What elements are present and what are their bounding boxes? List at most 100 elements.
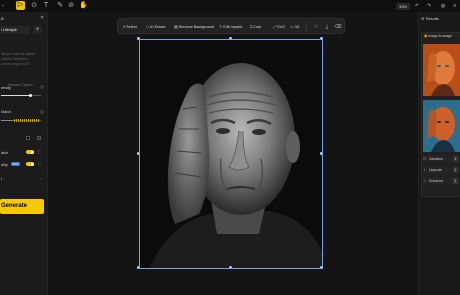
resize-handle[interactable] [229, 37, 232, 40]
new-badge: NEW [11, 162, 20, 166]
star-icon[interactable]: ☆ [312, 23, 320, 31]
variation-label: Variation [429, 157, 443, 161]
resize-handle[interactable] [320, 37, 323, 40]
zoom-level[interactable]: 33% [396, 3, 411, 10]
svg-button[interactable]: ⤢SVG [273, 23, 285, 31]
variation-icon: ☷ [423, 157, 427, 161]
match-slider-ticks [14, 119, 40, 122]
color-swatch[interactable] [26, 136, 30, 140]
menu-icon[interactable]: ≡ [452, 3, 458, 9]
hand-tool-button[interactable]: ✋ [79, 2, 88, 10]
info-icon: ⓘ [37, 149, 41, 154]
close-icon[interactable]: ✕ [40, 15, 44, 21]
svg-label: SVG [277, 25, 286, 29]
quality-label: ality [1, 163, 8, 167]
edit-inpaint-button[interactable]: ✎Edit Inpaint [219, 23, 242, 31]
advanced-label: t [1, 177, 3, 181]
delete-icon[interactable]: ⌫ [334, 23, 342, 31]
back-icon[interactable]: ‹ [0, 3, 6, 9]
redo-icon[interactable]: ↷ [426, 3, 432, 9]
canvas-image[interactable] [139, 39, 323, 269]
results-panel: ⊞ Results ▣ Image-to-image ☷ Variation 1… [418, 12, 460, 295]
pencil-icon: ✎ [219, 25, 223, 29]
resize-handle[interactable] [137, 37, 140, 40]
download-icon[interactable]: ⤓ [323, 23, 331, 31]
enhance-count[interactable]: 1 [453, 178, 458, 184]
portrait-photo [139, 39, 323, 269]
crop-button[interactable]: ⌗Crop [250, 23, 261, 31]
toggle-dot [30, 150, 34, 154]
brush-tool-button[interactable]: ✎ [56, 2, 64, 10]
result-thumbnail[interactable] [423, 100, 460, 152]
settings-panel: o ✕ l Lifestyle + hat you want to upload… [0, 12, 48, 295]
select-button[interactable]: ⌖Select [123, 23, 137, 31]
improve-caption-button[interactable]: Improve Caption [8, 83, 33, 87]
chevron-right-icon[interactable]: › [40, 176, 41, 181]
resize-handle[interactable] [320, 152, 323, 155]
result-image [423, 100, 460, 152]
preset-dropdown[interactable]: l Lifestyle [0, 26, 30, 34]
crop-label: Crop [253, 25, 262, 29]
text-tool-button[interactable]: T [42, 2, 50, 10]
ai-eraser-label: AI Eraser [149, 25, 166, 29]
resize-handle[interactable] [137, 152, 140, 155]
variation-count[interactable]: 1 [453, 156, 458, 162]
shape-tool-button[interactable]: ⊘ [67, 2, 75, 10]
select-icon: ⌖ [123, 25, 126, 29]
select-label: Select [126, 25, 137, 29]
resize-handle[interactable] [137, 266, 140, 269]
variation-button[interactable]: ☷ Variation 1 [423, 155, 459, 163]
intensity-slider-fill [1, 95, 31, 96]
crop-icon: ⌗ [250, 25, 253, 29]
intensity-slider-knob[interactable] [29, 94, 32, 97]
prompt-line: om an image as ID [1, 62, 30, 66]
add-preset-button[interactable]: + [33, 26, 42, 34]
results-icon: ⊞ [421, 16, 425, 21]
upscale-button[interactable]: ⇪ Upscale 1 [423, 166, 459, 174]
info-icon: ⓘ [37, 161, 41, 166]
quality-toggle[interactable] [26, 162, 34, 166]
3d-button[interactable]: ▭3D [290, 23, 299, 31]
toolbar-divider [306, 22, 307, 32]
edit-inpaint-label: Edit Inpaint [223, 25, 243, 29]
batch-label: atch [1, 151, 9, 155]
vector-icon: ⤢ [273, 25, 277, 29]
magic-tool-button[interactable]: ⊙ [30, 2, 38, 10]
cube-icon: ▭ [290, 25, 294, 29]
toggle-dot [30, 162, 34, 166]
results-title: Results [426, 17, 439, 21]
prompt-input[interactable]: hat you want to upload ould be described… [1, 52, 45, 67]
result-thumbnail[interactable] [423, 44, 460, 96]
user-icon[interactable]: ◍ [440, 3, 446, 9]
intensity-label: ensity [1, 86, 11, 90]
result-card-title: ▣ Image-to-image [424, 34, 452, 38]
intensity-value [40, 85, 44, 89]
remove-background-label: Remove Background [178, 25, 215, 29]
color-reset[interactable] [37, 136, 41, 140]
batch-toggle[interactable] [26, 150, 34, 154]
upscale-icon: ⇪ [423, 168, 427, 172]
eraser-icon: ◇ [146, 25, 149, 29]
select-tool-button[interactable]: ▷ [16, 1, 25, 10]
result-card-title-text: Image-to-image [428, 34, 452, 38]
resize-handle[interactable] [320, 266, 323, 269]
upscale-count[interactable]: 1 [453, 167, 458, 173]
enhance-label: Enhance [429, 179, 444, 183]
top-bar: ‹ ▷ ⊙ T ✎ ⊘ ✋ 33% ↶ ↷ ◍ ≡ [0, 0, 460, 12]
ai-eraser-button[interactable]: ◇AI Eraser [146, 23, 166, 31]
resize-handle[interactable] [229, 266, 232, 269]
match-value [40, 110, 44, 114]
remove-background-button[interactable]: ▦Remove Background [174, 23, 214, 31]
match-label: Match [1, 110, 12, 114]
3d-label: 3D [294, 25, 300, 29]
canvas-toolbar: ⌖Select ◇AI Eraser ▦Remove Background ✎E… [117, 18, 345, 34]
undo-icon[interactable]: ↶ [414, 3, 420, 9]
result-image [423, 44, 460, 96]
generate-button[interactable]: Generate [0, 199, 44, 214]
match-slider-fill [1, 120, 13, 121]
enhance-button[interactable]: ✧ Enhance 1 [423, 177, 459, 185]
background-icon: ▦ [174, 25, 178, 29]
upscale-label: Upscale [429, 168, 442, 172]
panel-title: o [1, 16, 4, 21]
enhance-icon: ✧ [423, 179, 427, 183]
